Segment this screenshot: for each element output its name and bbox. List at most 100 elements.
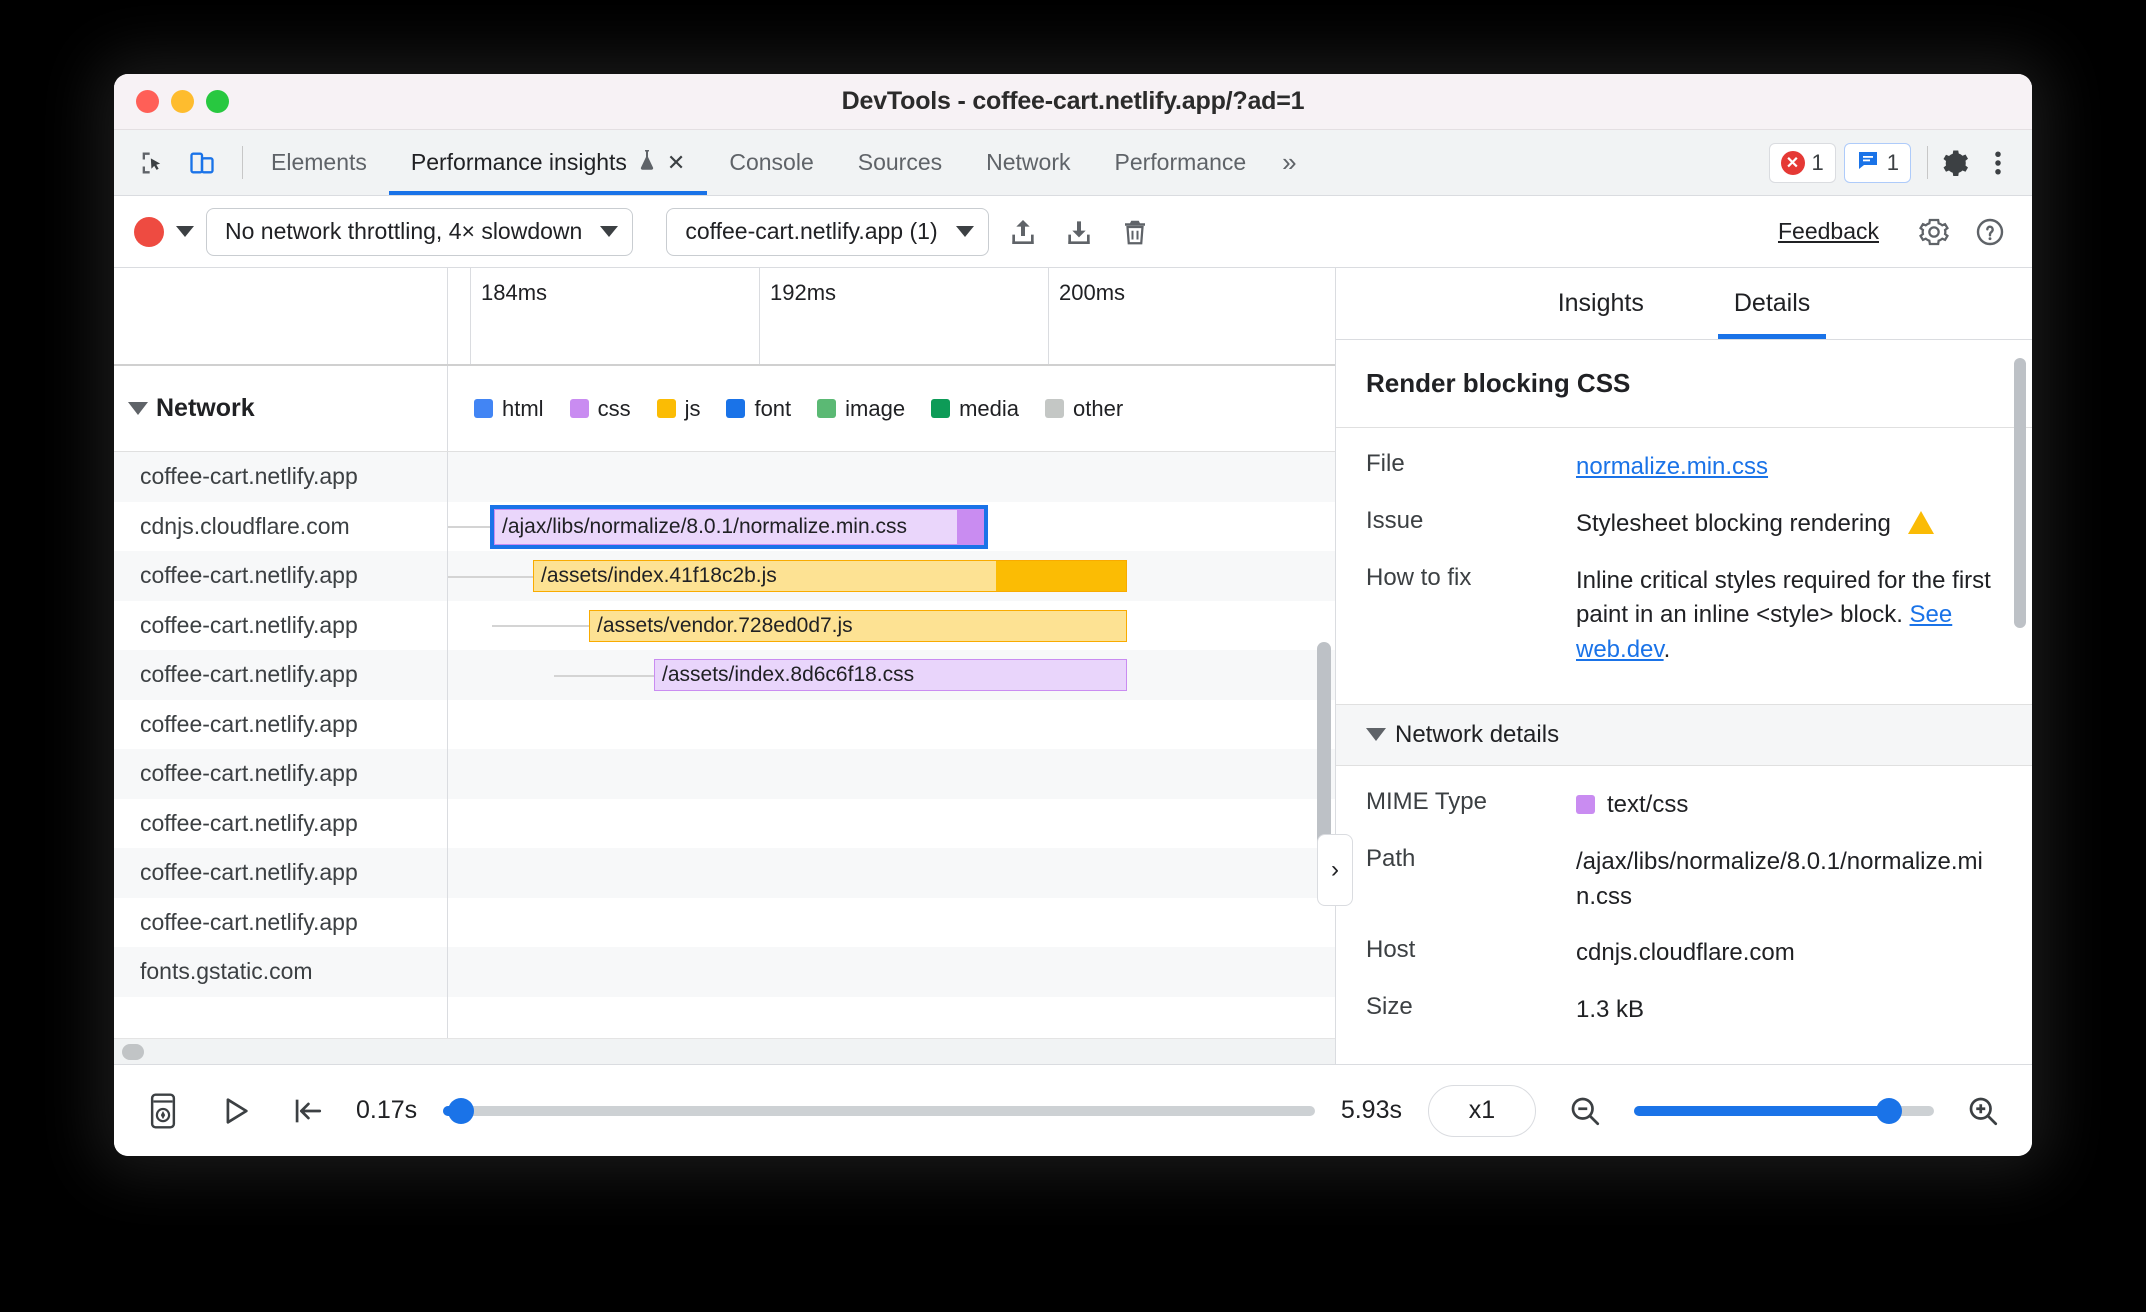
more-tabs-icon[interactable]: » [1268,130,1310,195]
table-row[interactable]: coffee-cart.netlify.app /assets/vendor.7… [114,600,1335,651]
tab-details[interactable]: Details [1712,268,1832,339]
tab-console[interactable]: Console [707,130,835,195]
row-host: coffee-cart.netlify.app [114,848,448,898]
table-row[interactable]: coffee-cart.netlify.app [114,749,1335,799]
detail-value: cdnjs.cloudflare.com [1576,939,1795,967]
bar-label: /ajax/libs/normalize/8.0.1/normalize.min… [502,514,907,538]
tick-lead [448,268,470,364]
timeline-tick: 200ms [1048,268,1335,364]
playback-rate-button[interactable]: x1 [1428,1084,1536,1137]
detail-key: File [1366,450,1405,477]
detail-value: normalize.min.css [1576,450,2002,485]
devtools-window: DevTools - coffee-cart.netlify.app/?ad=1… [114,74,2032,1156]
row-host: coffee-cart.netlify.app [114,650,448,700]
gear-icon[interactable] [1934,143,1974,183]
legend-label: html [502,395,544,421]
timeline-horizontal-scrollbar[interactable] [114,1038,1335,1064]
scrollbar-thumb[interactable] [122,1044,144,1060]
table-row[interactable]: coffee-cart.netlify.app [114,848,1335,898]
detail-key: Path [1366,844,1416,872]
tab-performance[interactable]: Performance [1092,130,1268,195]
timeline-tick: 192ms [759,268,1048,364]
tab-sources[interactable]: Sources [836,130,964,195]
tab-label: Performance [1114,149,1247,175]
filmstrip-icon[interactable] [140,1088,186,1134]
tab-insights[interactable]: Insights [1536,268,1666,339]
legend-label: media [959,395,1019,421]
network-details-section-header[interactable]: Network details [1336,703,2032,766]
detail-row-issue: Issue Stylesheet blocking rendering [1336,507,2032,542]
waterfall-bar-index-js[interactable]: /assets/index.41f18c2b.js [533,560,1127,592]
trash-icon[interactable] [1113,210,1157,254]
help-icon[interactable] [1968,210,2012,254]
feedback-link[interactable]: Feedback [1778,218,1879,245]
tab-network[interactable]: Network [964,130,1092,195]
slider-thumb[interactable] [1876,1097,1902,1124]
inspect-element-icon[interactable] [132,143,172,183]
gear-icon[interactable] [1912,210,1956,254]
error-circle-icon: ✕ [1780,150,1805,175]
record-options-chevron-down-icon[interactable] [176,226,194,237]
recording-select[interactable]: coffee-cart.netlify.app (1) [666,207,989,256]
row-track: /assets/vendor.728ed0d7.js [448,601,1335,651]
details-vertical-scrollbar[interactable] [2014,358,2026,628]
detail-value: Stylesheet blocking rendering [1576,507,2002,542]
kebab-menu-icon[interactable] [1978,143,2018,183]
row-track [448,799,1335,849]
row-host: coffee-cart.netlify.app [114,749,448,799]
record-button[interactable] [134,216,164,247]
device-toolbar-icon[interactable] [182,143,222,183]
legend-item-other: other [1045,396,1123,422]
table-row[interactable]: coffee-cart.netlify.app /assets/index.8d… [114,650,1335,700]
table-row[interactable]: coffee-cart.netlify.app /assets/index.41… [114,551,1335,601]
slider-thumb[interactable] [447,1097,474,1124]
collapse-triangle-icon[interactable] [1366,728,1386,742]
expand-sidebar-chevron-right-icon[interactable]: › [1317,834,1353,906]
detail-value: 1.3 kB [1576,996,1645,1024]
legend-item-js: js [656,396,700,422]
playback-bar: 0.17s 5.93s x1 [114,1064,2032,1156]
legend-swatch [726,399,746,418]
tab-performance-insights[interactable]: Performance insights ✕ [388,130,708,195]
request-connector [492,625,589,628]
bar-download-segment [957,509,983,544]
request-connector [448,575,533,578]
close-icon[interactable]: ✕ [667,150,685,176]
network-details-label: Network details [1395,720,1560,748]
zoom-slider[interactable] [1634,1097,1934,1124]
upload-icon[interactable] [1001,210,1045,254]
table-row[interactable]: fonts.gstatic.com [114,947,1335,997]
breadcrumb-slider[interactable] [443,1097,1315,1124]
file-link[interactable]: normalize.min.css [1576,453,1768,480]
table-row[interactable]: coffee-cart.netlify.app [114,798,1335,849]
end-time-label: 5.93s [1340,1096,1402,1124]
timeline-ruler: 184ms 192ms 200ms [114,268,1335,366]
error-badge[interactable]: ✕ 1 [1768,142,1836,183]
waterfall-bar-normalize-css[interactable]: /ajax/libs/normalize/8.0.1/normalize.min… [490,504,988,549]
tab-elements[interactable]: Elements [249,130,389,195]
play-icon[interactable] [212,1088,258,1134]
detail-row-mime-type: MIME Type text/css [1336,788,2032,823]
throttling-select[interactable]: No network throttling, 4× slowdown [206,207,634,256]
waterfall-bar-index-css[interactable]: /assets/index.8d6c6f18.css [654,659,1127,691]
row-track [448,848,1335,898]
table-row[interactable]: coffee-cart.netlify.app [114,897,1335,948]
row-host: coffee-cart.netlify.app [114,798,448,848]
tab-strip-tools [114,130,236,195]
zoom-in-icon[interactable] [1960,1088,2006,1134]
message-badge[interactable]: 1 [1843,142,1911,183]
network-section-header[interactable]: Network html css js font image media oth… [114,366,1335,452]
detail-row-file: File normalize.min.css [1336,450,2032,485]
row-track [448,898,1335,948]
table-row[interactable]: coffee-cart.netlify.app [114,452,1335,502]
download-icon[interactable] [1057,210,1101,254]
jump-to-start-icon[interactable] [284,1088,330,1134]
waterfall-bar-vendor-js[interactable]: /assets/vendor.728ed0d7.js [589,609,1127,642]
detail-row-size: Size 1.3 kB [1336,993,2032,1028]
table-row[interactable]: cdnjs.cloudflare.com /ajax/libs/normaliz… [114,501,1335,551]
collapse-triangle-icon[interactable] [128,402,148,415]
mime-text: text/css [1607,790,1689,818]
zoom-out-icon[interactable] [1562,1088,1608,1134]
table-row[interactable]: coffee-cart.netlify.app [114,699,1335,749]
row-host: cdnjs.cloudflare.com [114,501,448,551]
